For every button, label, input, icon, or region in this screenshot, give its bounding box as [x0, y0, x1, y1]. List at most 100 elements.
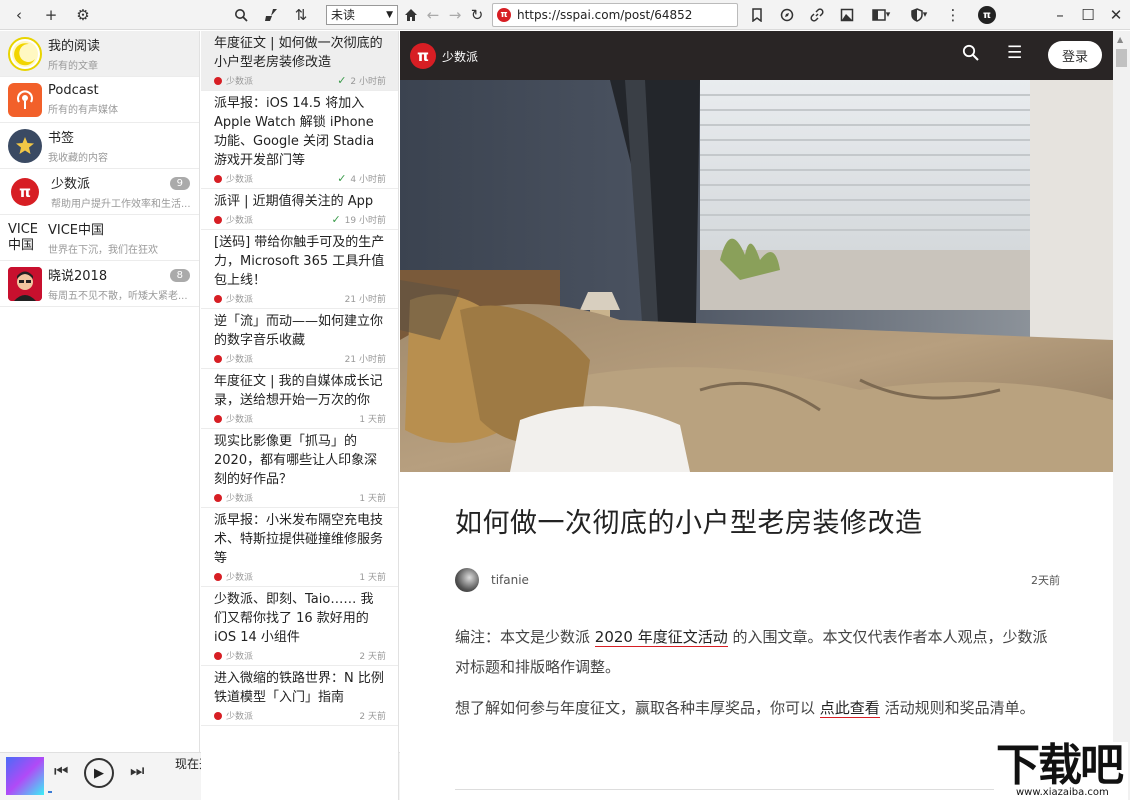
- site-name[interactable]: 少数派: [442, 48, 478, 65]
- play-icon: ▶: [94, 765, 104, 781]
- forward-icon[interactable]: →: [444, 2, 466, 28]
- next-icon[interactable]: ⏭: [130, 761, 144, 781]
- search-icon[interactable]: [228, 2, 254, 28]
- feed-subtitle: 帮助用户提升工作效率和生活...: [51, 199, 191, 210]
- shield-icon[interactable]: ▾: [902, 2, 936, 28]
- sort-icon[interactable]: ⇅: [288, 2, 314, 28]
- article-list-item[interactable]: 派早报：小米发布隔空充电技术、特斯拉提供碰撞维修服务等 少数派 1 天前: [201, 508, 398, 587]
- extension-pi-icon[interactable]: π: [970, 2, 1004, 28]
- feed-name: 书签: [48, 131, 75, 146]
- article-list-item[interactable]: 年度征文 | 我的自媒体成长记录，送给想开始一万次的你 少数派 1 天前: [201, 369, 398, 429]
- reload-icon[interactable]: ↻: [466, 2, 488, 28]
- article-list-item[interactable]: 年度征文 | 如何做一次彻底的小户型老房装修改造 少数派 ✓ 2 小时前: [201, 31, 398, 91]
- author-name[interactable]: tifanie: [491, 573, 1031, 587]
- article-item-source: 少数派: [226, 175, 254, 185]
- play-button[interactable]: ▶: [84, 758, 114, 788]
- player-cover: [6, 757, 44, 795]
- toolbar-left: ‹ + ⚙: [6, 2, 96, 28]
- article-item-title: 派评 | 近期值得关注的 App: [214, 194, 374, 209]
- article-item-meta: 少数派 ✓ 2 小时前: [214, 73, 386, 88]
- site-header: π 少数派 ☰ 登录: [400, 31, 1113, 80]
- source-icon: [214, 294, 222, 303]
- more-vertical-icon[interactable]: ⋮: [940, 2, 966, 28]
- feed-name: 晓说2018: [48, 269, 108, 284]
- menu-icon[interactable]: ☰: [1007, 43, 1022, 63]
- image-mode-icon[interactable]: [834, 2, 860, 28]
- view-rules-link[interactable]: 点此查看: [819, 699, 880, 718]
- feed-item-bookmarks[interactable]: 书签 我收藏的内容: [0, 123, 199, 169]
- feed-subtitle: 每周五不见不散，听矮大紧老...: [48, 291, 188, 302]
- article-item-source: 少数派: [226, 573, 254, 583]
- close-icon[interactable]: ✕: [1102, 0, 1130, 30]
- feed-item-vice[interactable]: VICE 中国 VICE中国 世界在下沉，我们在狂欢: [0, 215, 199, 261]
- minimize-icon[interactable]: –: [1046, 0, 1074, 30]
- mark-read-broom-icon[interactable]: [258, 2, 284, 28]
- article-item-time: 2 天前: [359, 652, 386, 662]
- article-item-time: 21 小时前: [344, 355, 386, 365]
- list-tools: ⇅: [228, 2, 314, 28]
- author-avatar[interactable]: [455, 568, 479, 592]
- gear-icon[interactable]: ⚙: [70, 2, 96, 28]
- article-time: 2天前: [1031, 574, 1060, 587]
- browser-nav: ← → ↻: [400, 2, 488, 28]
- feed-item-sspai[interactable]: π 少数派 帮助用户提升工作效率和生活... 9: [0, 169, 199, 215]
- article-list-item[interactable]: 派评 | 近期值得关注的 App 少数派 ✓ 19 小时前: [201, 189, 398, 230]
- source-icon: [214, 76, 222, 85]
- collapse-left-icon[interactable]: ‹: [6, 2, 32, 28]
- article-item-source: 少数派: [226, 355, 254, 365]
- player-progress[interactable]: [48, 791, 52, 793]
- article-list-item[interactable]: [送码] 带给你触手可及的生产力，Microsoft 365 工具升值包上线！ 少…: [201, 230, 398, 309]
- feed-item-podcast[interactable]: Podcast 所有的有声媒体: [0, 77, 199, 123]
- article-list-item[interactable]: 少数派、即刻、Taio…… 我们又帮你找了 16 款好用的 iOS 14 小组件…: [201, 587, 398, 666]
- reader-view-icon[interactable]: ▾: [864, 2, 898, 28]
- article-item-meta: 少数派 1 天前: [214, 490, 386, 505]
- filter-select[interactable]: 未读 ▼: [326, 5, 398, 25]
- feed-item-my-reading[interactable]: 我的阅读 所有的文章: [0, 31, 199, 77]
- bookmark-icon[interactable]: [744, 2, 770, 28]
- filter-value: 未读: [331, 8, 356, 22]
- url-bar[interactable]: π https://sspai.com/post/64852: [492, 3, 738, 27]
- p2-text-after: 活动规则和奖品清单。: [879, 699, 1035, 717]
- article-list-item[interactable]: 进入微缩的铁路世界：N 比例铁道模型「入门」指南 少数派 2 天前: [201, 666, 398, 726]
- site-logo-icon[interactable]: π: [410, 43, 436, 69]
- article-item-title: 现实比影像更「抓马」的 2020，都有哪些让人印象深刻的好作品？: [214, 434, 378, 487]
- source-icon: [214, 174, 222, 183]
- scroll-thumb[interactable]: [1116, 49, 1127, 67]
- maximize-icon[interactable]: ☐: [1074, 0, 1102, 30]
- feed-subtitle: 我收藏的内容: [48, 153, 108, 164]
- article-item-title: [送码] 带给你触手可及的生产力，Microsoft 365 工具升值包上线！: [214, 235, 385, 288]
- toolbar: ‹ + ⚙ ⇅ 未读 ▼ ← → ↻ π https://sspai.com/p…: [0, 0, 1130, 30]
- article-list-item[interactable]: 逆「流」而动——如何建立你的数字音乐收藏少数派 21 小时前: [201, 309, 398, 369]
- previous-icon[interactable]: ⏮: [54, 761, 68, 781]
- article-view: π 少数派 ☰ 登录 如何做一次彻底的小户型老房装修改造 tifanie 2天前…: [400, 31, 1130, 800]
- watermark-title: 下载吧: [996, 740, 1124, 791]
- site-favicon-icon: π: [497, 8, 511, 22]
- scrollbar[interactable]: ▲: [1113, 31, 1130, 800]
- unread-count-badge: 9: [169, 177, 190, 190]
- feed-sidebar: 我的阅读 所有的文章 Podcast 所有的有声媒体 书签 我收藏的内容 π 少…: [0, 31, 200, 752]
- bookmark-star-icon: [8, 128, 42, 163]
- login-button[interactable]: 登录: [1048, 41, 1102, 69]
- add-feed-icon[interactable]: +: [38, 2, 64, 28]
- article-list-item[interactable]: 现实比影像更「抓马」的 2020，都有哪些让人印象深刻的好作品？ 少数派 1 天前: [201, 429, 398, 508]
- podcast-icon: [8, 82, 42, 117]
- divider: [455, 789, 1060, 790]
- compass-icon[interactable]: [774, 2, 800, 28]
- home-icon[interactable]: [400, 2, 422, 28]
- article-meta: tifanie 2天前: [455, 568, 1060, 592]
- article-item-meta: 少数派 21 小时前: [214, 291, 386, 306]
- article-item-meta: 少数派 2 天前: [214, 708, 386, 723]
- article-list-item[interactable]: 派早报：iOS 14.5 将加入 Apple Watch 解锁 iPhone 功…: [201, 91, 398, 189]
- source-icon: [214, 215, 222, 224]
- essay-contest-link[interactable]: 2020 年度征文活动: [594, 628, 728, 647]
- scroll-up-icon[interactable]: ▲: [1117, 35, 1123, 44]
- link-icon[interactable]: [804, 2, 830, 28]
- article-item-title: 逆「流」而动——如何建立你的数字音乐收藏: [214, 314, 384, 348]
- p2-text: 想了解如何参与年度征文，赢取各种丰厚奖品，你可以: [455, 699, 820, 717]
- feed-subtitle: 世界在下沉，我们在狂欢: [48, 245, 158, 256]
- back-icon[interactable]: ←: [422, 2, 444, 28]
- article-list: 年度征文 | 如何做一次彻底的小户型老房装修改造 少数派 ✓ 2 小时前 派早报：iOS…: [201, 31, 399, 800]
- feed-item-xiaoshuo[interactable]: 晓说2018 每周五不见不散，听矮大紧老... 8: [0, 261, 199, 307]
- search-icon[interactable]: [962, 44, 979, 66]
- vice-logo-icon: VICE 中国: [8, 221, 39, 253]
